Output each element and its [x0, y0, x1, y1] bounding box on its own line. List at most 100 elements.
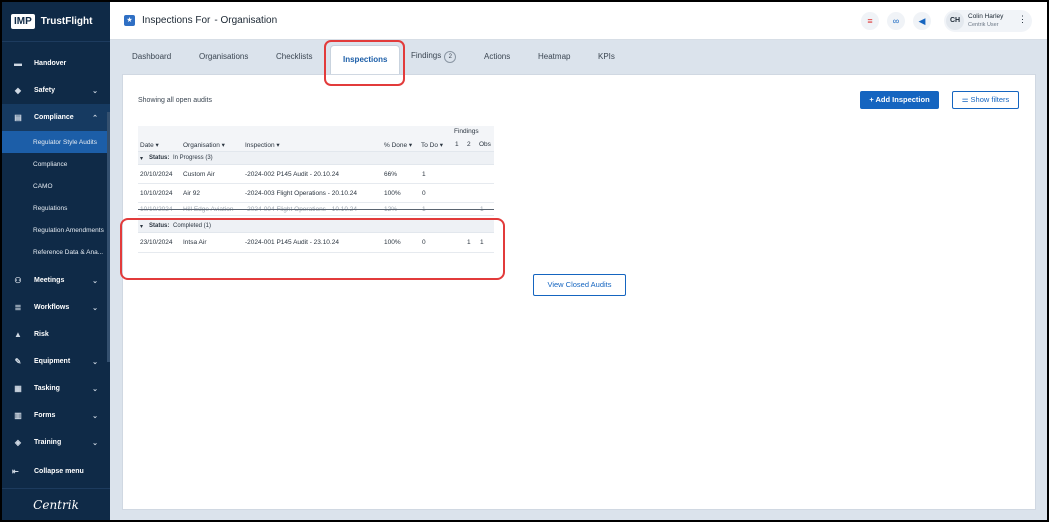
sidebar-item-label: Forms: [34, 412, 56, 419]
tab-findings[interactable]: Findings 2: [411, 51, 457, 63]
sidebar-item-safety[interactable]: ◆ Safety ⌄: [2, 77, 110, 104]
chevron-down-icon[interactable]: ⌄: [92, 385, 98, 393]
sidebar-item-training[interactable]: ◈ Training ⌄: [2, 429, 110, 456]
sidebar-item-label: Training: [34, 439, 62, 446]
showing-text: Showing all open audits: [138, 97, 212, 104]
column-header-inspection[interactable]: Inspection ▾: [245, 141, 280, 149]
inspections-icon: ★: [124, 15, 135, 26]
workflows-icon: ≣: [14, 303, 22, 312]
cell-done: 66%: [384, 171, 398, 178]
strikethrough-line: [138, 209, 494, 210]
sidebar-subitem-regulator-style-audits[interactable]: Regulator Style Audits: [2, 131, 110, 153]
tab-findings-label: Findings: [411, 51, 442, 60]
brand-logo: IMP: [11, 14, 35, 29]
view-closed-audits-button[interactable]: View Closed Audits: [533, 274, 626, 296]
sidebar-item-risk[interactable]: ▲ Risk: [2, 321, 110, 348]
sidebar-item-meetings[interactable]: ⚇ Meetings ⌄: [2, 267, 110, 294]
tab-organisations[interactable]: Organisations: [199, 52, 248, 61]
sidebar-item-equipment[interactable]: ✎ Equipment ⌄: [2, 348, 110, 375]
sidebar-scrollbar[interactable]: [107, 112, 110, 362]
table-row[interactable]: 20/10/2024 Custom Air -2024-002 P145 Aud…: [138, 165, 494, 184]
group-row-in-progress[interactable]: ▾ Status: In Progress (3): [138, 152, 494, 165]
chevron-down-icon[interactable]: ⌄: [92, 358, 98, 366]
sidebar-item-compliance[interactable]: ▤ Compliance ⌃: [2, 104, 110, 131]
cell-date: 10/10/2024: [140, 190, 173, 197]
column-header-finding-2: 2: [467, 141, 471, 148]
tab-heatmap[interactable]: Heatmap: [538, 52, 570, 61]
column-header-finding-1: 1: [455, 141, 459, 148]
tab-dashboard[interactable]: Dashboard: [132, 52, 171, 61]
sidebar-item-label: Safety: [34, 87, 56, 94]
column-header-organisation[interactable]: Organisation ▾: [183, 141, 225, 149]
meetings-icon: ⚇: [14, 276, 22, 285]
sidebar-item-label: Compliance: [34, 114, 74, 121]
tab-kpis[interactable]: KPIs: [598, 52, 615, 61]
database-icon[interactable]: ≡: [861, 12, 879, 30]
chevron-down-icon[interactable]: ⌄: [92, 304, 98, 312]
findings-group-header: Findings: [454, 128, 479, 135]
show-filters-button[interactable]: ⚌ Show filters: [952, 91, 1019, 109]
tab-bar: Dashboard Organisations Checklists Inspe…: [110, 40, 1047, 74]
sidebar-item-handover[interactable]: ▬ Handover: [2, 50, 110, 77]
cell-inspection[interactable]: -2024-002 P145 Audit - 20.10.24: [245, 171, 339, 178]
column-header-date[interactable]: Date ▾: [140, 141, 159, 149]
collapse-menu-label: Collapse menu: [34, 467, 84, 475]
sidebar-subitem-regulation-amendments[interactable]: Regulation Amendments: [2, 219, 110, 241]
group-status-label: Status:: [149, 155, 170, 161]
sidebar-item-label: Handover: [34, 60, 67, 67]
link-icon[interactable]: ∞: [887, 12, 905, 30]
collapse-icon: ⇤: [12, 466, 19, 476]
document-icon: ▤: [14, 113, 22, 122]
expand-caret-icon[interactable]: ▾: [140, 155, 143, 162]
sidebar-nav: ▬ Handover ◆ Safety ⌄ ▤ Compliance ⌃ Reg…: [2, 50, 110, 456]
sidebar-subitem-compliance[interactable]: Compliance: [2, 153, 110, 175]
sidebar-item-forms[interactable]: ▥ Forms ⌄: [2, 402, 110, 429]
sidebar-item-tasking[interactable]: ▦ Tasking ⌄: [2, 375, 110, 402]
sidebar-item-label: Tasking: [34, 385, 60, 392]
sidebar-subitem-camo[interactable]: CAMO: [2, 175, 110, 197]
inspections-panel: Showing all open audits + Add Inspection…: [122, 74, 1036, 510]
column-header-done[interactable]: % Done ▾: [384, 141, 412, 149]
sidebar: IMP TrustFlight ▬ Handover ◆ Safety ⌄ ▤ …: [2, 2, 110, 520]
sliders-icon: ⚌: [961, 95, 969, 104]
table-row[interactable]: 10/10/2024 Air 92 -2024-003 Flight Opera…: [138, 184, 494, 203]
chevron-up-icon[interactable]: ⌃: [92, 114, 98, 122]
handover-icon: ▬: [14, 59, 22, 68]
cell-done: 100%: [384, 190, 401, 197]
brand-name: TrustFlight: [40, 16, 93, 27]
grid-header: Date ▾ Organisation ▾ Inspection ▾ % Don…: [138, 137, 494, 152]
tab-actions[interactable]: Actions: [484, 52, 510, 61]
highlight-box-completed-group: [120, 218, 505, 280]
tasking-icon: ▦: [14, 384, 22, 393]
cell-todo: 1: [422, 171, 426, 178]
collapse-menu-button[interactable]: ⇤ Collapse menu: [2, 460, 110, 482]
sidebar-item-label: Workflows: [34, 304, 70, 311]
table-row[interactable]: 10/10/2024 Hill Edge Aviation -2024-004 …: [138, 203, 494, 216]
chevron-down-icon[interactable]: ⌄: [92, 87, 98, 95]
sidebar-item-label: Equipment: [34, 358, 71, 365]
page-title: Inspections For - Organisation: [142, 15, 277, 26]
user-menu[interactable]: CH Colin Harley Centrik User ⋮: [944, 10, 1032, 32]
sidebar-item-workflows[interactable]: ≣ Workflows ⌄: [2, 294, 110, 321]
page-title-main: Inspections For: [142, 15, 211, 26]
cell-organisation: Custom Air: [183, 171, 215, 178]
page-title-sub: - Organisation: [214, 15, 278, 26]
sidebar-item-label: Risk: [34, 331, 49, 338]
avatar: CH: [946, 12, 964, 30]
column-header-todo[interactable]: To Do ▾: [421, 141, 443, 149]
sidebar-subitem-reference-data[interactable]: Reference Data & Ana...: [2, 241, 110, 263]
graduation-cap-icon: ◈: [14, 438, 22, 447]
megaphone-icon[interactable]: ◀: [913, 12, 931, 30]
sidebar-item-label: Meetings: [34, 277, 65, 284]
brand[interactable]: IMP TrustFlight: [2, 2, 110, 42]
chevron-down-icon[interactable]: ⌄: [92, 439, 98, 447]
add-inspection-button[interactable]: + Add Inspection: [860, 91, 939, 109]
risk-icon: ▲: [14, 330, 22, 339]
more-vertical-icon[interactable]: ⋮: [1018, 14, 1027, 25]
sidebar-subitem-regulations[interactable]: Regulations: [2, 197, 110, 219]
chevron-down-icon[interactable]: ⌄: [92, 412, 98, 420]
tab-checklists[interactable]: Checklists: [276, 52, 312, 61]
centrik-logo: Centrik: [2, 488, 110, 520]
chevron-down-icon[interactable]: ⌄: [92, 277, 98, 285]
cell-inspection[interactable]: -2024-003 Flight Operations - 20.10.24: [245, 190, 357, 197]
